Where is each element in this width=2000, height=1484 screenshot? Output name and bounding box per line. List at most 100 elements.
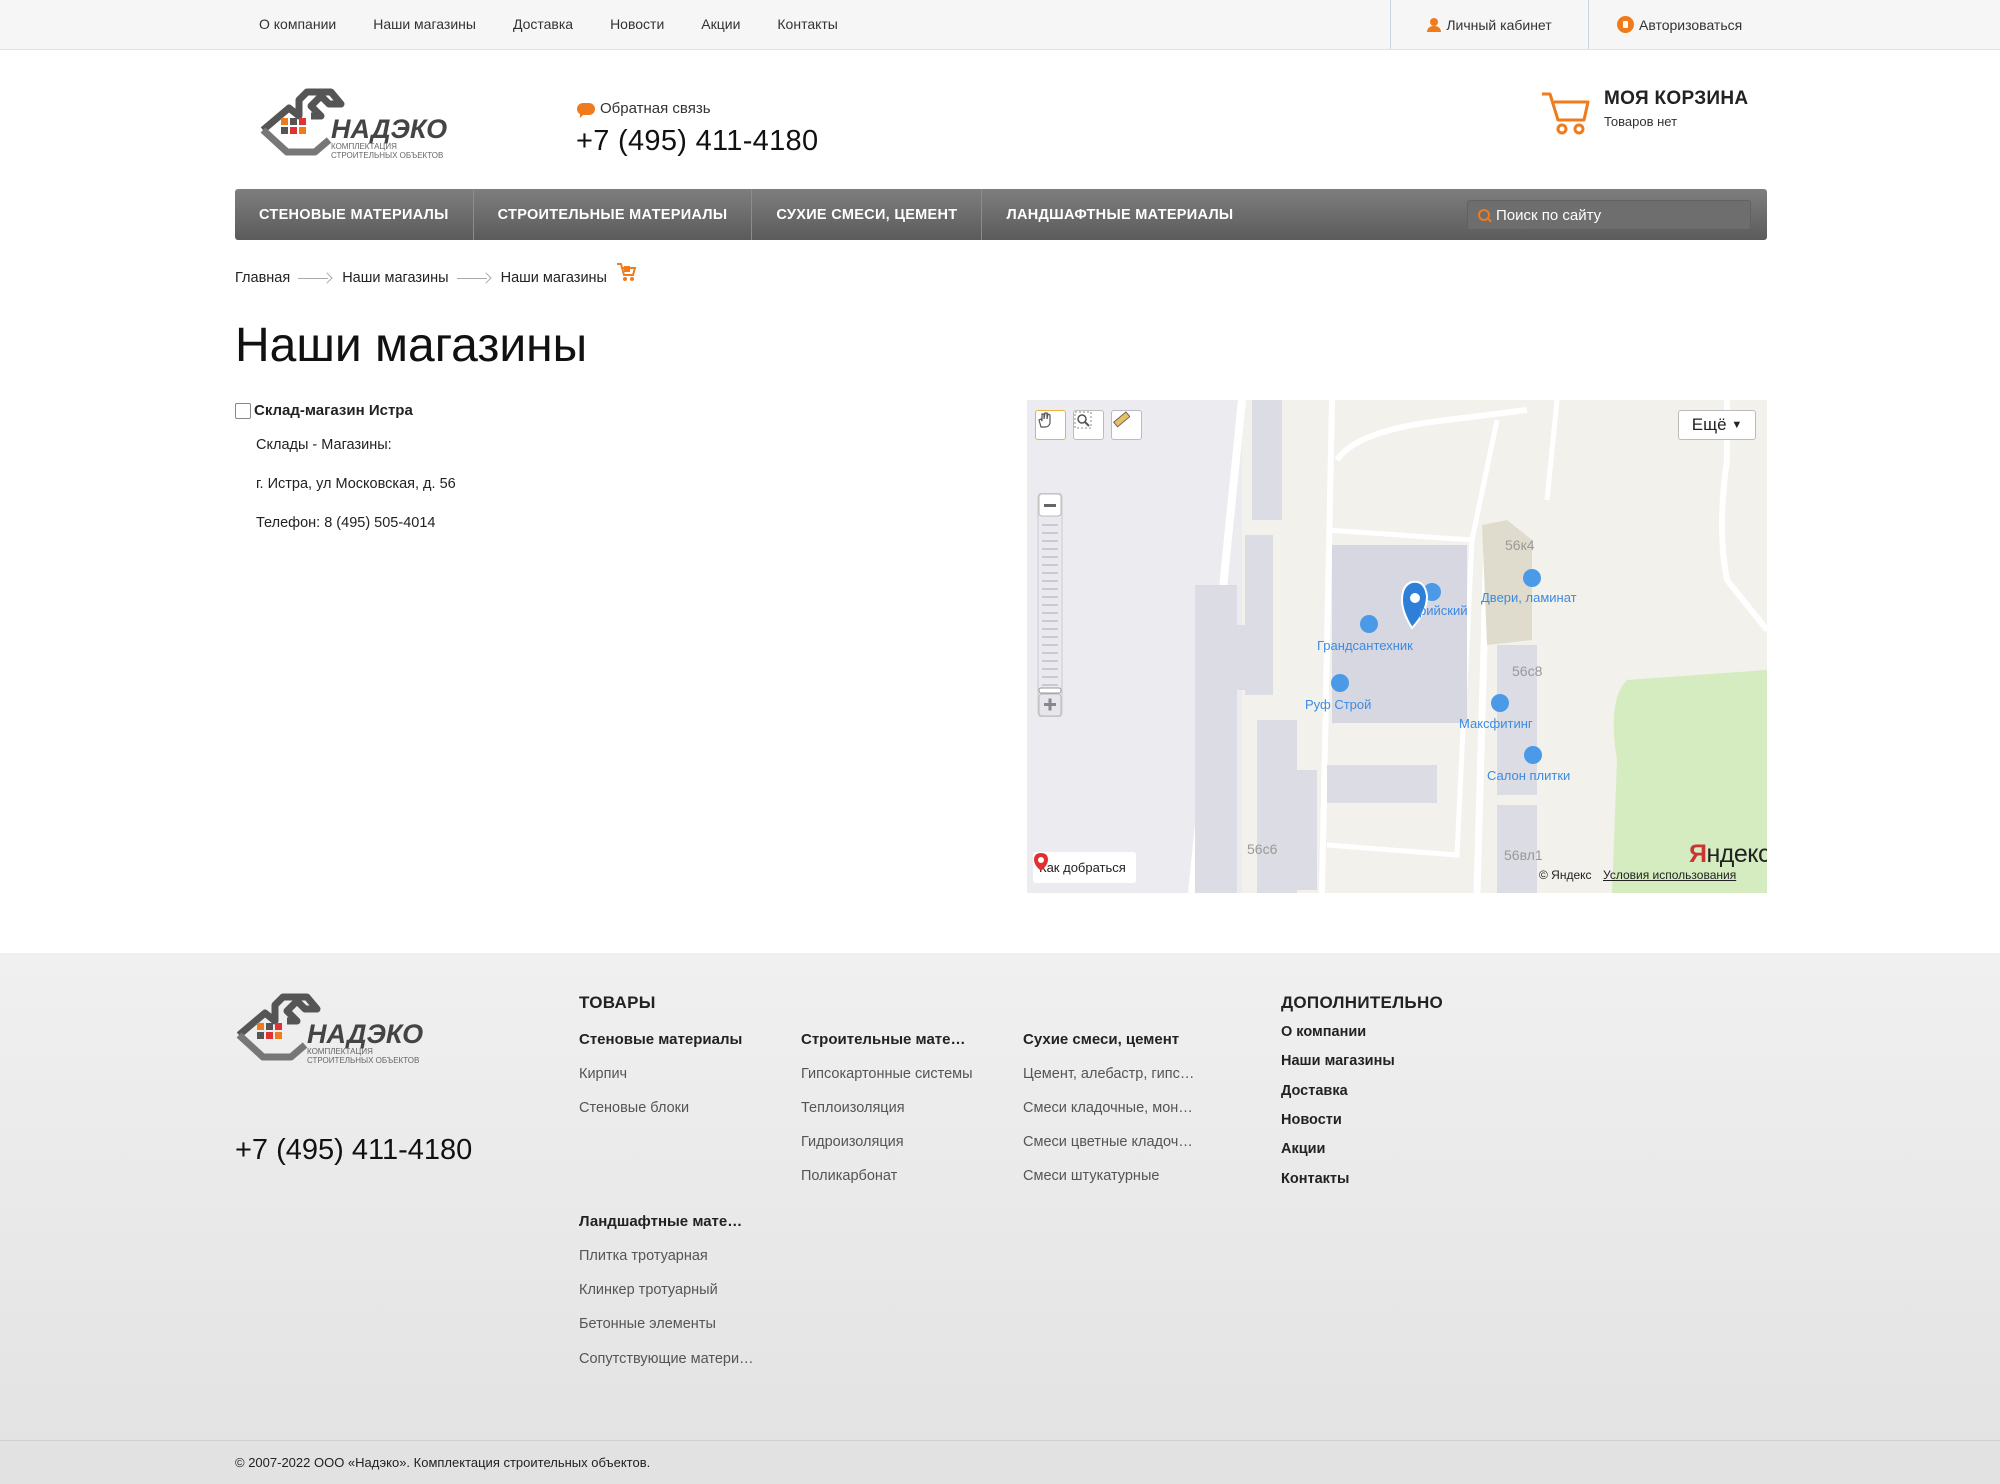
footer-category-title[interactable]: Ландшафтные мате… xyxy=(579,1213,742,1230)
store-checkbox[interactable] xyxy=(235,402,251,419)
nav-wall-materials[interactable]: СТЕНОВЫЕ МАТЕРИАЛЫ xyxy=(235,189,474,240)
nav-dry-mixes[interactable]: СУХИЕ СМЕСИ, ЦЕМЕНТ xyxy=(752,189,983,240)
store-address: г. Истра, ул Московская, д. 56 xyxy=(256,476,456,492)
breadcrumb: Главная Наши магазины Наши магазины xyxy=(235,263,637,286)
top-nav-delivery[interactable]: Доставка xyxy=(513,16,573,32)
footer-category-link[interactable]: Стеновые блоки xyxy=(579,1100,689,1116)
store-phone: Телефон: 8 (495) 505-4014 xyxy=(256,515,436,531)
header-logo[interactable]: НАДЭКО КОМПЛЕКТАЦИЯ СТРОИТЕЛЬНЫХ ОБЪЕКТО… xyxy=(259,86,461,164)
arrow-right-icon xyxy=(298,273,334,283)
cart-small-icon[interactable] xyxy=(615,261,637,283)
map-ruler-button[interactable] xyxy=(1111,410,1142,440)
footer-category-link[interactable]: Кирпич xyxy=(579,1066,627,1082)
map-zoom-control[interactable] xyxy=(1035,493,1065,717)
map-poi-label[interactable]: Салон плитки xyxy=(1487,768,1570,783)
store-type: Склады - Магазины: xyxy=(256,437,392,453)
footer-category-link[interactable]: Бетонные элементы xyxy=(579,1316,716,1332)
map-poi-label[interactable]: Грандсантехник xyxy=(1317,638,1413,653)
svg-text:КОМПЛЕКТАЦИЯ: КОМПЛЕКТАЦИЯ xyxy=(331,142,397,151)
nav-building-materials[interactable]: СТРОИТЕЛЬНЫЕ МАТЕРИАЛЫ xyxy=(474,189,753,240)
footer-category-title[interactable]: Строительные мате… xyxy=(801,1031,965,1048)
footer-category-link[interactable]: Гипсокартонные системы xyxy=(801,1066,973,1082)
footer-category-link[interactable]: Смеси штукатурные xyxy=(1023,1168,1159,1184)
login-link[interactable]: Авторизоваться xyxy=(1588,0,2000,49)
footer-category-link[interactable]: Сопутствующие матери… xyxy=(579,1351,754,1367)
map-drag-button[interactable] xyxy=(1035,410,1066,440)
top-nav-contacts[interactable]: Контакты xyxy=(777,16,837,32)
magnifier-icon xyxy=(1074,411,1092,429)
cart-widget[interactable]: МОЯ КОРЗИНА Товаров нет xyxy=(1540,88,1748,136)
building-number: 56к4 xyxy=(1505,537,1535,553)
top-nav-stores[interactable]: Наши магазины xyxy=(373,16,476,32)
breadcrumb-current: Наши магазины xyxy=(500,270,607,286)
svg-text:СТРОИТЕЛЬНЫХ ОБЪЕКТОВ: СТРОИТЕЛЬНЫХ ОБЪЕКТОВ xyxy=(307,1056,419,1065)
map-poi-label[interactable]: рийский xyxy=(1419,603,1467,618)
map-zoom-area-button[interactable] xyxy=(1073,410,1104,440)
feedback-label: Обратная связь xyxy=(600,100,711,117)
map-terms-link[interactable]: Условия использования xyxy=(1603,868,1736,882)
footer-category-title[interactable]: Сухие смеси, цемент xyxy=(1023,1031,1179,1048)
map-more-button[interactable]: Ещё ▼ xyxy=(1678,410,1756,440)
map-poi-label[interactable]: Максфитинг xyxy=(1459,716,1533,731)
login-icon xyxy=(1617,16,1634,33)
footer-category-link[interactable]: Смеси кладочные, мон… xyxy=(1023,1100,1193,1116)
map-poi-label[interactable]: Руф Строй xyxy=(1305,697,1371,712)
footer-goods-heading: ТОВАРЫ xyxy=(579,993,656,1012)
top-bar: О компании Наши магазины Доставка Новост… xyxy=(0,0,2000,50)
breadcrumb-stores[interactable]: Наши магазины xyxy=(342,270,448,286)
cabinet-label: Личный кабинет xyxy=(1446,16,1552,33)
breadcrumb-home[interactable]: Главная xyxy=(235,270,290,286)
building-number: 56вл1 xyxy=(1504,847,1543,863)
footer-phone[interactable]: +7 (495) 411-4180 xyxy=(235,1134,472,1167)
store-name: Склад-магазин Истра xyxy=(254,402,413,419)
login-label: Авторизоваться xyxy=(1639,16,1743,33)
header-phone[interactable]: +7 (495) 411-4180 xyxy=(576,125,818,158)
location-pin-icon xyxy=(1034,853,1048,871)
footer-extra-link[interactable]: Новости xyxy=(1281,1112,1342,1128)
footer-category-link[interactable]: Гидроизоляция xyxy=(801,1134,904,1150)
copyright: © 2007-2022 ООО «Надэко». Комплектация с… xyxy=(235,1455,651,1470)
map-copyright: © Яндекс xyxy=(1539,868,1592,882)
building-number: 56с6 xyxy=(1247,841,1278,857)
footer-category-link[interactable]: Плитка тротуарная xyxy=(579,1248,708,1264)
yandex-logo: Яндекс xyxy=(1689,840,1767,868)
footer-category-link[interactable]: Клинкер тротуарный xyxy=(579,1282,718,1298)
feedback-link[interactable]: Обратная связь xyxy=(577,100,711,118)
footer-extra-link[interactable]: Доставка xyxy=(1281,1083,1348,1099)
footer-category-link[interactable]: Цемент, алебастр, гипс… xyxy=(1023,1066,1194,1082)
footer-extra-link[interactable]: Акции xyxy=(1281,1141,1325,1157)
hand-icon xyxy=(1038,412,1051,428)
footer-category-title[interactable]: Стеновые материалы xyxy=(579,1031,742,1048)
footer-category-link[interactable]: Поликарбонат xyxy=(801,1168,897,1184)
map-route-button[interactable]: Как добраться xyxy=(1033,852,1136,883)
svg-text:СТРОИТЕЛЬНЫХ ОБЪЕКТОВ: СТРОИТЕЛЬНЫХ ОБЪЕКТОВ xyxy=(331,151,443,160)
footer-logo[interactable]: НАДЭКО КОМПЛЕКТАЦИЯ СТРОИТЕЛЬНЫХ ОБЪЕКТО… xyxy=(235,991,437,1069)
search-box xyxy=(1467,200,1751,230)
nav-landscape-materials[interactable]: ЛАНДШАФТНЫЕ МАТЕРИАЛЫ xyxy=(982,189,1257,240)
footer-category-link[interactable]: Теплоизоляция xyxy=(801,1100,905,1116)
footer-extra-link[interactable]: О компании xyxy=(1281,1024,1366,1040)
cabinet-link[interactable]: Личный кабинет xyxy=(1390,0,1588,49)
page-title: Наши магазины xyxy=(235,319,588,372)
search-icon xyxy=(1478,209,1490,221)
search-input[interactable] xyxy=(1496,206,1736,224)
building-number: 56с8 xyxy=(1512,663,1543,679)
top-nav: О компании Наши магазины Доставка Новост… xyxy=(259,0,875,48)
nadeko-logo-icon: НАДЭКО КОМПЛЕКТАЦИЯ СТРОИТЕЛЬНЫХ ОБЪЕКТО… xyxy=(236,993,423,1065)
top-nav-news[interactable]: Новости xyxy=(610,16,664,32)
zoom-slider xyxy=(1037,493,1063,717)
map-route-label: Как добраться xyxy=(1039,860,1126,875)
footer-category-link[interactable]: Смеси цветные кладоч… xyxy=(1023,1134,1193,1150)
top-nav-promo[interactable]: Акции xyxy=(701,16,740,32)
svg-text:КОМПЛЕКТАЦИЯ: КОМПЛЕКТАЦИЯ xyxy=(307,1047,373,1056)
account-links: Личный кабинет Авторизоваться xyxy=(1390,0,2000,49)
footer-extra-link[interactable]: Наши магазины xyxy=(1281,1053,1395,1069)
map-poi-label[interactable]: Двери, ламинат xyxy=(1481,590,1577,605)
svg-text:НАДЭКО: НАДЭКО xyxy=(331,114,447,144)
top-nav-about[interactable]: О компании xyxy=(259,16,336,32)
store-toggle[interactable]: Склад-магазин Истра xyxy=(235,402,413,419)
cart-title: МОЯ КОРЗИНА xyxy=(1604,88,1749,109)
footer-extra-link[interactable]: Контакты xyxy=(1281,1171,1349,1187)
store-map[interactable]: 56к4 56с8 56с6 56вл1 Двери, ламинат рийс… xyxy=(1027,400,1767,893)
cart-icon xyxy=(1542,92,1590,135)
